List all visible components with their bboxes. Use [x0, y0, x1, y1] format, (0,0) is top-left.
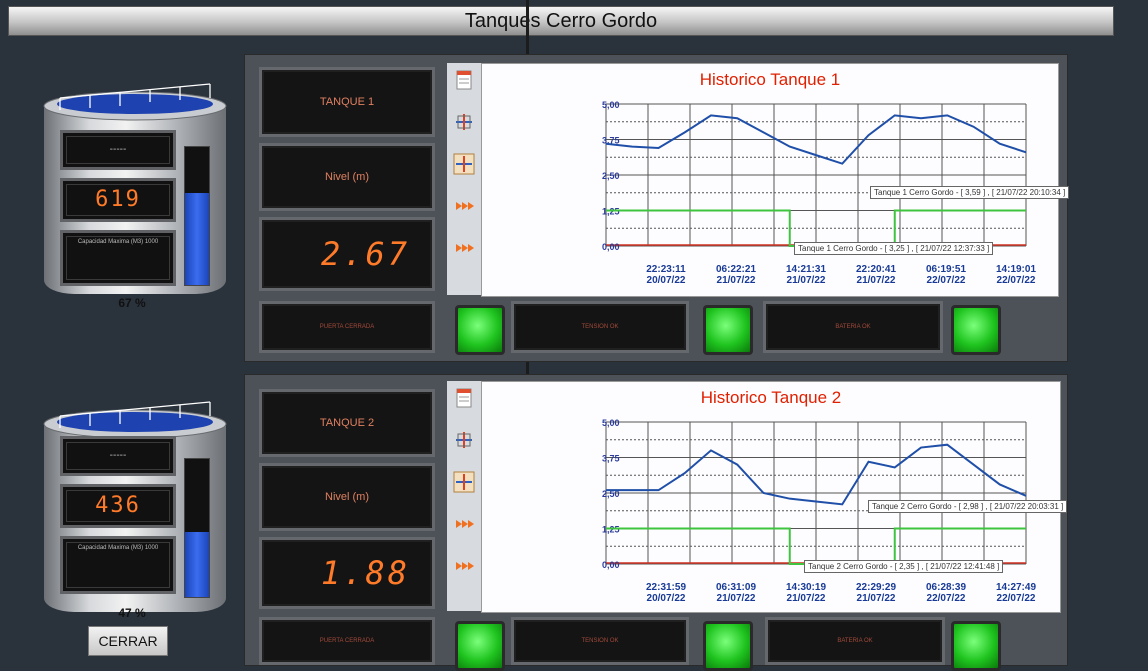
x-tick-time: 14:30:19: [786, 582, 826, 593]
tank-level-fill: [185, 532, 209, 597]
pan-chart-icon[interactable]: [453, 471, 475, 493]
window-title: Tanques Cerro Gordo: [8, 6, 1114, 36]
tank-level-fill: [185, 192, 209, 285]
level-value-display: 1.88: [259, 537, 435, 609]
tank-name-label: TANQUE 1: [319, 96, 375, 108]
x-tick-time: 22:29:29: [856, 582, 896, 593]
level-label: Nivel (m): [325, 171, 369, 183]
y-tick-label: 3,75: [602, 454, 620, 464]
tank-capacity-box: Capacidad Maxima (M3) 1000: [60, 230, 176, 286]
status-panel: TENSION OK: [511, 301, 689, 353]
fast-forward-icon[interactable]: [453, 555, 475, 577]
tank-level-gauge: [184, 146, 210, 286]
level-value-display: 2.67: [259, 217, 435, 291]
x-tick-time: 22:23:11: [646, 264, 686, 275]
status-label: TENSION OK: [581, 324, 619, 330]
x-tick-time: 22:31:59: [646, 582, 686, 593]
chart-tooltip: Tanque 2 Cerro Gordo - [ 2,35 ] , [ 21/0…: [804, 560, 1004, 573]
fast-forward-icon[interactable]: [453, 513, 475, 535]
status-panel: PUERTA CERRADA: [259, 301, 435, 353]
status-label: BATERIA OK: [835, 324, 871, 330]
y-tick-label: 5,00: [602, 418, 620, 428]
x-tick-time: 14:19:01: [996, 264, 1036, 275]
y-tick-label: 0,00: [602, 560, 620, 570]
tank-widget-2: ----- 436 Capacidad Maxima (M3) 1000 47 …: [40, 398, 230, 624]
chart-tooltip: Tanque 1 Cerro Gordo - [ 3,25 ] , [ 21/0…: [794, 242, 994, 255]
x-tick-date: 21/07/22: [717, 275, 756, 286]
status-led: [703, 305, 753, 355]
status-led: [951, 621, 1001, 671]
x-tick-time: 06:31:09: [716, 582, 756, 593]
chart-area-1: Historico Tanque 1 5,00 3,75 2,50 1,25 0,00 2…: [481, 63, 1070, 297]
x-tick-date: 21/07/22: [857, 275, 896, 286]
chart-tooltip: Tanque 1 Cerro Gordo - [ 3,59 ] , [ 21/0…: [870, 186, 1070, 199]
tank-status-box: -----: [60, 130, 176, 170]
chart-plot: 5,003,752,501,250,0022:23:1120/07/2206:2…: [602, 100, 1036, 286]
fast-forward-icon[interactable]: [453, 195, 475, 217]
document-icon[interactable]: [453, 69, 475, 91]
zoom-chart-icon[interactable]: [453, 111, 475, 133]
chart-toolbar: [447, 381, 481, 611]
x-tick-time: 14:27:49: [996, 582, 1036, 593]
chart-tooltip: Tanque 2 Cerro Gordo - [ 2,98 ] , [ 21/0…: [868, 500, 1068, 513]
status-panel: BATERIA OK: [765, 617, 945, 665]
x-tick-date: 22/07/22: [997, 275, 1036, 286]
x-tick-time: 22:20:41: [856, 264, 896, 275]
tank-volume-display: 619: [60, 178, 176, 222]
tank-widget-1: ----- 619 Capacidad Maxima (M3) 1000 67 …: [40, 80, 230, 312]
tank-panel-2: TANQUE 2 Nivel (m) 1.88 Historico Tanque…: [244, 374, 1068, 671]
level-value: 2.67: [320, 235, 410, 273]
tank-name-label: TANQUE 2: [319, 417, 375, 429]
tank-percent: 47 %: [118, 606, 146, 620]
status-led: [455, 621, 505, 671]
status-panel: PUERTA CERRADA: [259, 617, 435, 665]
y-tick-label: 0,00: [602, 242, 620, 252]
x-tick-date: 22/07/22: [927, 593, 966, 604]
x-tick-date: 20/07/22: [647, 593, 686, 604]
close-button[interactable]: CERRAR: [88, 626, 168, 656]
status-led: [455, 305, 505, 355]
pan-chart-icon[interactable]: [453, 153, 475, 175]
x-tick-date: 21/07/22: [787, 275, 826, 286]
chart-plot: 5,003,752,501,250,0022:31:5920/07/2206:3…: [602, 418, 1036, 604]
document-icon[interactable]: [453, 387, 475, 409]
status-label: PUERTA CERRADA: [319, 324, 375, 330]
status-panel: TENSION OK: [511, 617, 689, 665]
y-tick-label: 5,00: [602, 100, 620, 110]
x-tick-date: 22/07/22: [997, 593, 1036, 604]
x-tick-date: 20/07/22: [647, 275, 686, 286]
tank-top-icon: [43, 83, 227, 121]
level-value: 1.88: [320, 554, 410, 592]
tank-volume-display: 436: [60, 484, 176, 528]
tank-name-display: TANQUE 1: [259, 67, 435, 137]
x-tick-date: 22/07/22: [927, 275, 966, 286]
x-tick-time: 14:21:31: [786, 264, 826, 275]
x-tick-time: 06:28:39: [926, 582, 966, 593]
chart-area-2: Historico Tanque 2 5,00 3,75 2,50 1,25 0,00 2…: [481, 381, 1068, 613]
status-led: [951, 305, 1001, 355]
x-tick-time: 06:22:21: [716, 264, 756, 275]
tank-percent: 67 %: [118, 296, 146, 310]
zoom-chart-icon[interactable]: [453, 429, 475, 451]
status-panel: BATERIA OK: [763, 301, 943, 353]
level-label-display: Nivel (m): [259, 143, 435, 211]
level-label: Nivel (m): [325, 491, 369, 503]
tank-capacity-box: Capacidad Maxima (M3) 1000: [60, 536, 176, 594]
tank-panel-1: TANQUE 1 Nivel (m) 2.67 Historico Tanque…: [244, 54, 1070, 362]
tank-name-display: TANQUE 2: [259, 389, 435, 457]
tank-status-box: -----: [60, 436, 176, 476]
x-tick-date: 21/07/22: [857, 593, 896, 604]
x-tick-date: 21/07/22: [717, 593, 756, 604]
y-tick-label: 2,50: [602, 171, 620, 181]
level-label-display: Nivel (m): [259, 463, 435, 531]
status-led: [703, 621, 753, 671]
chart-toolbar: [447, 63, 481, 295]
tank-level-gauge: [184, 458, 210, 598]
x-tick-time: 06:19:51: [926, 264, 966, 275]
fast-forward-icon[interactable]: [453, 237, 475, 259]
x-tick-date: 21/07/22: [787, 593, 826, 604]
